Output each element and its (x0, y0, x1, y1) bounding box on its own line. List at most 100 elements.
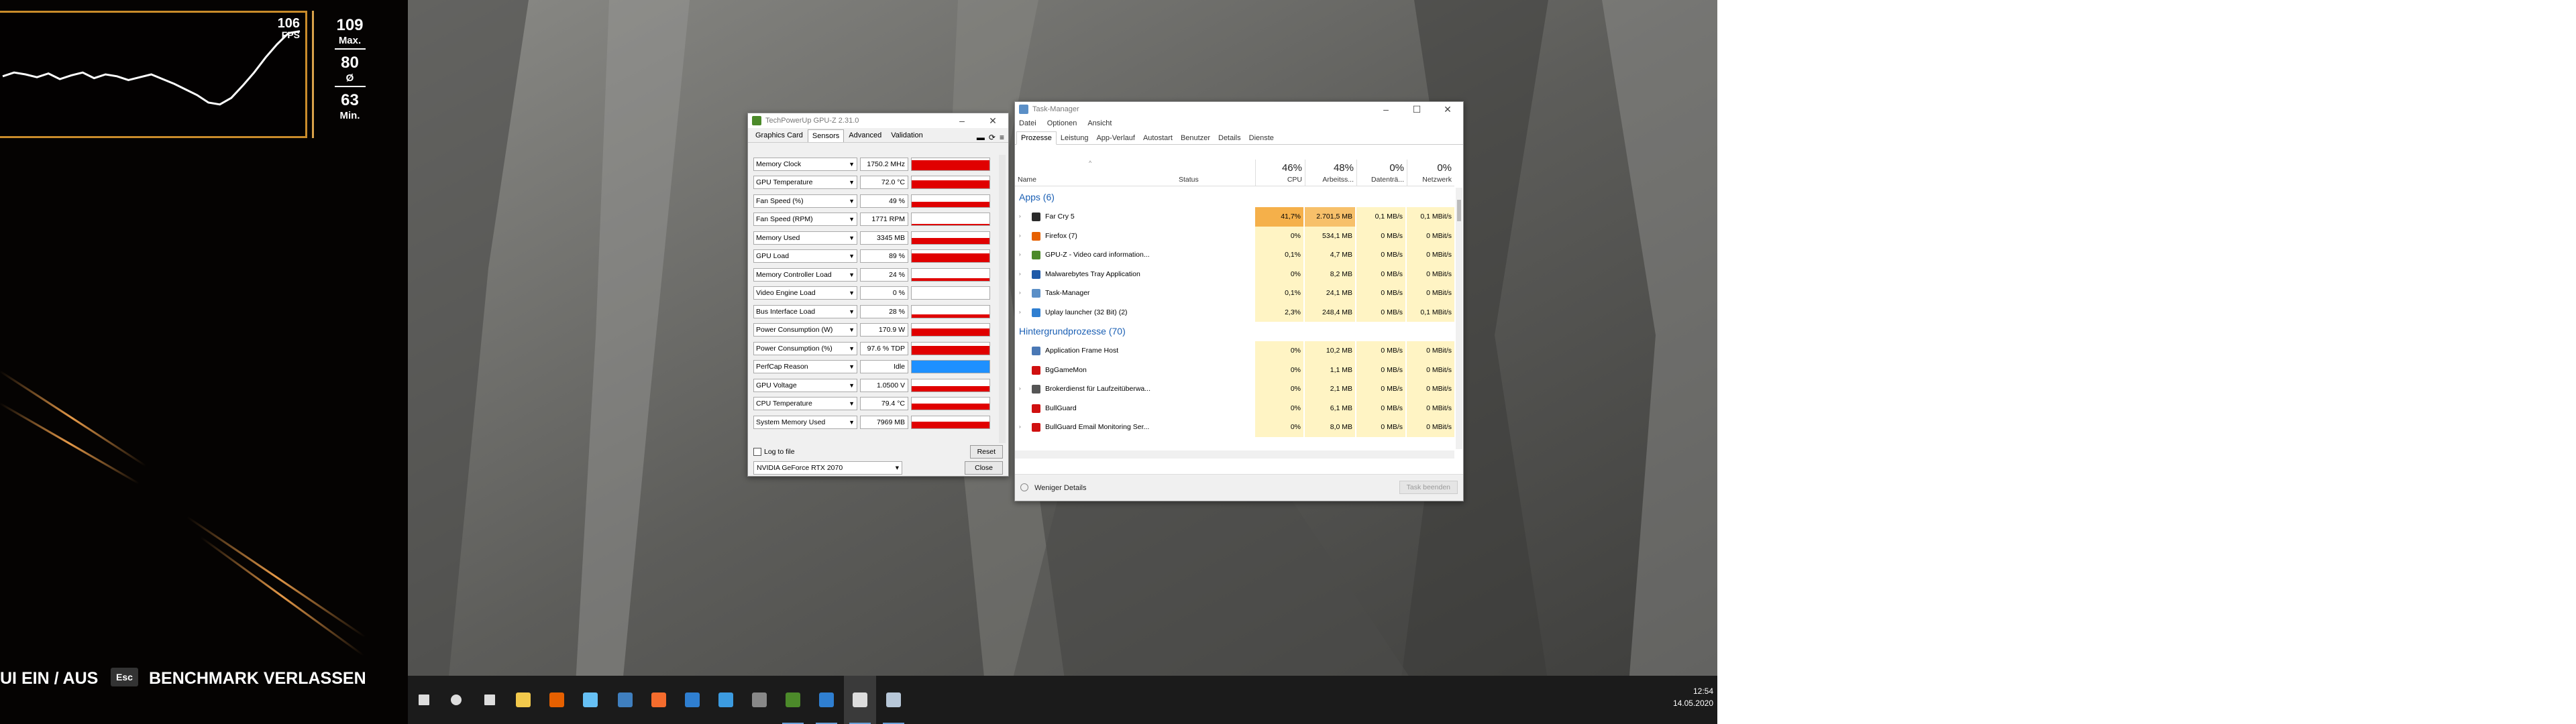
process-row[interactable]: Application Frame Host 0% 10,2 MB 0 MB/s 0 M… (1015, 341, 1454, 361)
sensor-scrollbar[interactable] (999, 155, 1006, 443)
tab-prozesse[interactable]: Prozesse (1016, 131, 1057, 145)
sensor-name-dropdown[interactable]: CPU Temperature ▼ (753, 397, 857, 411)
exit-benchmark-label[interactable]: BENCHMARK VERLASSEN (149, 669, 366, 688)
edge-taskbar-button[interactable] (710, 676, 742, 724)
col-cpu[interactable]: 46% CPU (1255, 160, 1305, 186)
col-status[interactable]: Status (1176, 160, 1255, 186)
log-checkbox[interactable] (753, 448, 761, 456)
app-taskbar-button[interactable] (609, 676, 641, 724)
tab-app-verlauf[interactable]: App-Verlauf (1092, 132, 1138, 144)
chevron-right-icon[interactable]: › (1019, 271, 1021, 277)
tab-leistung[interactable]: Leistung (1057, 132, 1093, 144)
task-view-taskbar-button[interactable] (474, 676, 506, 724)
process-row[interactable]: BgGameMon 0% 1,1 MB 0 MB/s 0 MBit/s (1015, 360, 1454, 379)
sensor-name-dropdown[interactable]: PerfCap Reason ▼ (753, 360, 857, 374)
chevron-right-icon[interactable]: › (1019, 424, 1021, 430)
process-scrollbar[interactable] (1456, 188, 1462, 449)
ui-toggle-label[interactable]: UI EIN / AUS (0, 669, 98, 688)
gpuz-titlebar[interactable]: TechPowerUp GPU-Z 2.31.0 – ✕ (748, 113, 1008, 128)
close-button[interactable]: Close (965, 461, 1003, 475)
menu-optionen[interactable]: Optionen (1047, 119, 1077, 127)
menu-ansicht[interactable]: Ansicht (1087, 119, 1112, 127)
process-row[interactable]: › BullGuard Email Monitoring Ser... 0% 8,0 … (1015, 418, 1454, 437)
firefox-icon (549, 692, 564, 707)
origin-taskbar-button[interactable] (643, 676, 675, 724)
tab-validation[interactable]: Validation (886, 129, 928, 142)
scroll-thumb[interactable] (1457, 200, 1461, 221)
chevron-right-icon[interactable]: › (1019, 251, 1021, 257)
horizontal-scrollbar[interactable] (1015, 450, 1454, 459)
sensor-graph (911, 341, 990, 355)
close-icon[interactable]: ✕ (977, 115, 1008, 127)
gpu-select[interactable]: NVIDIA GeForce RTX 2070 ▾ (753, 461, 902, 475)
process-row[interactable]: › Firefox (7) 0% 534,1 MB 0 MB/s 0 MBit/s (1015, 226, 1454, 245)
tab-graphics-card[interactable]: Graphics Card (751, 129, 808, 142)
sensor-name-dropdown[interactable]: Power Consumption (W) ▼ (753, 323, 857, 337)
chevron-right-icon[interactable]: › (1019, 213, 1021, 219)
close-icon[interactable]: ✕ (1432, 104, 1463, 115)
sensor-name-dropdown[interactable]: Power Consumption (%) ▼ (753, 341, 857, 355)
farcry-taskbar-button[interactable] (844, 676, 876, 724)
tab-advanced[interactable]: Advanced (844, 129, 886, 142)
end-task-button[interactable]: Task beenden (1399, 481, 1458, 494)
sensor-value: 1.0500 V (860, 378, 908, 392)
chevron-right-icon[interactable]: › (1019, 309, 1021, 315)
gpuz-taskbar-button[interactable] (777, 676, 809, 724)
col-network[interactable]: 0% Netzwerk (1407, 160, 1454, 186)
less-details-button[interactable]: Weniger Details (1020, 483, 1087, 492)
chevron-right-icon[interactable]: › (1019, 233, 1021, 239)
taskmgr-titlebar[interactable]: Task-Manager – ☐ ✕ (1015, 102, 1463, 117)
menu-datei[interactable]: Datei (1019, 119, 1036, 127)
terminal-taskbar-button[interactable] (743, 676, 775, 724)
process-row[interactable]: › Uplay launcher (32 Bit) (2) 2,3% 248,4 MB… (1015, 302, 1454, 322)
col-disk[interactable]: 0% Datenträ... (1356, 160, 1407, 186)
process-row[interactable]: › Far Cry 5 41,7% 2.701,5 MB 0,1 MB/s 0,1 MBi… (1015, 207, 1454, 227)
terminal-icon (752, 692, 767, 707)
start-taskbar-button[interactable] (408, 676, 440, 724)
explorer-taskbar-button[interactable] (507, 676, 539, 724)
sort-up-icon: ^ (1089, 160, 1092, 166)
steam-taskbar-button[interactable] (574, 676, 606, 724)
tab-autostart[interactable]: Autostart (1139, 132, 1177, 144)
uplay-taskbar-button[interactable] (676, 676, 708, 724)
minimize-icon[interactable]: – (947, 115, 977, 126)
process-row[interactable]: › Brokerdienst für Laufzeitüberwa... 0% 2,1… (1015, 379, 1454, 399)
taskmgr-taskbar-button[interactable] (877, 676, 910, 724)
col-memory[interactable]: 48% Arbeitss... (1305, 160, 1356, 186)
tab-benutzer[interactable]: Benutzer (1177, 132, 1214, 144)
chevron-right-icon[interactable]: › (1019, 385, 1021, 391)
sensor-name-dropdown[interactable]: Memory Controller Load ▼ (753, 267, 857, 282)
sensor-name-dropdown[interactable]: Fan Speed (RPM) ▼ (753, 213, 857, 227)
sensor-name-dropdown[interactable]: Memory Used ▼ (753, 231, 857, 245)
reset-button[interactable]: Reset (969, 445, 1003, 459)
tab-dienste[interactable]: Dienste (1245, 132, 1278, 144)
search-taskbar-button[interactable] (440, 676, 472, 724)
sensor-name-dropdown[interactable]: GPU Temperature ▼ (753, 176, 857, 190)
sensor-graph-fill (912, 346, 989, 355)
sensor-name-dropdown[interactable]: GPU Load ▼ (753, 249, 857, 263)
process-row[interactable]: › GPU-Z - Video card information... 0,1% 4,… (1015, 245, 1454, 265)
sensor-name-dropdown[interactable]: Memory Clock ▼ (753, 157, 857, 171)
sensor-name-dropdown[interactable]: Bus Interface Load ▼ (753, 304, 857, 318)
chevron-right-icon[interactable]: › (1019, 290, 1021, 296)
camera-icon[interactable]: ▬ (977, 133, 985, 142)
menu-icon[interactable]: ≡ (1000, 133, 1004, 142)
refresh-icon[interactable]: ⟳ (989, 133, 996, 142)
sensor-name-dropdown[interactable]: Video Engine Load ▼ (753, 286, 857, 300)
sensor-name-dropdown[interactable]: GPU Voltage ▼ (753, 378, 857, 392)
sensor-name-dropdown[interactable]: System Memory Used ▼ (753, 415, 857, 429)
process-row[interactable]: › Task-Manager 0,1% 24,1 MB 0 MB/s 0 MBit/s (1015, 284, 1454, 303)
tab-sensors[interactable]: Sensors (807, 129, 845, 142)
process-row[interactable]: BullGuard 0% 6,1 MB 0 MB/s 0 MBit/s (1015, 398, 1454, 418)
uplay-running-taskbar-button[interactable] (810, 676, 843, 724)
col-name[interactable]: ^ Name (1015, 160, 1176, 186)
minimize-icon[interactable]: – (1371, 104, 1401, 115)
taskbar-clock[interactable]: 12:54 14.05.2020 (1673, 685, 1713, 709)
maximize-icon[interactable]: ☐ (1401, 104, 1432, 115)
sensor-graph-fill (912, 404, 989, 410)
process-row[interactable]: › Malwarebytes Tray Application 0% 8,2 MB 0 … (1015, 264, 1454, 284)
sensor-name-dropdown[interactable]: Fan Speed (%) ▼ (753, 194, 857, 208)
firefox-taskbar-button[interactable] (541, 676, 573, 724)
tab-details[interactable]: Details (1214, 132, 1245, 144)
chevron-down-icon: ▼ (849, 400, 855, 408)
